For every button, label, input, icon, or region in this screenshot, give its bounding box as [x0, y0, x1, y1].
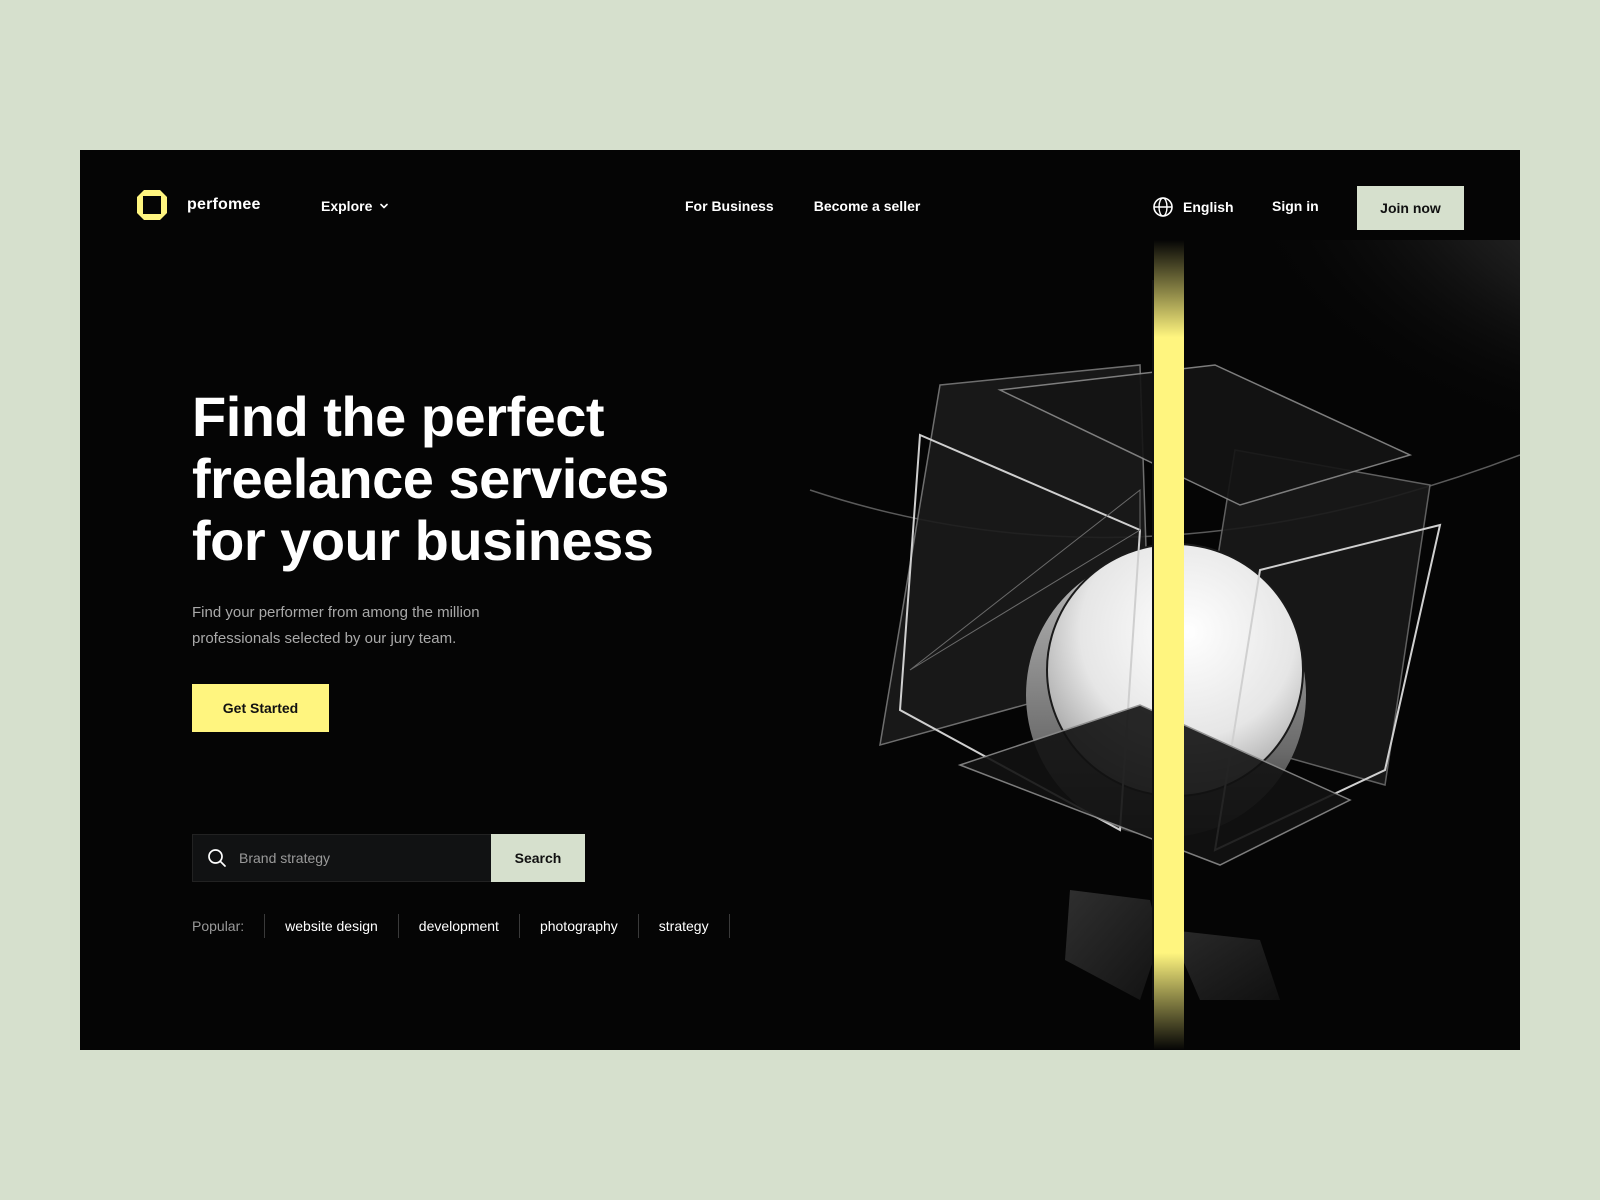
brand-logo[interactable]: perfomee — [135, 188, 261, 222]
logo-mark-icon — [137, 190, 167, 220]
nav-explore-dropdown[interactable]: Explore — [321, 198, 389, 214]
hero-illustration — [809, 240, 1520, 1050]
language-label: English — [1183, 199, 1234, 215]
top-nav: perfomee Explore For Business Become a s… — [80, 150, 1520, 270]
sign-in-link[interactable]: Sign in — [1272, 198, 1319, 214]
globe-icon — [1153, 197, 1173, 217]
popular-tags: Popular: website design development phot… — [192, 914, 730, 938]
popular-tag-development[interactable]: development — [399, 918, 519, 934]
hero-title-line-2: freelance services — [192, 447, 669, 510]
hero-subtitle: Find your performer from among the milli… — [192, 604, 480, 647]
nav-become-seller-link[interactable]: Become a seller — [814, 198, 921, 214]
search-bar: Search — [192, 834, 585, 882]
search-field-wrapper — [193, 835, 491, 881]
popular-label: Popular: — [192, 918, 245, 934]
search-input[interactable] — [239, 850, 459, 866]
light-beam — [1154, 240, 1184, 1050]
landing-page: perfomee Explore For Business Become a s… — [80, 150, 1520, 1050]
nav-explore-label: Explore — [321, 198, 373, 214]
nav-center-links: For Business Become a seller — [685, 198, 920, 214]
search-button[interactable]: Search — [491, 834, 585, 882]
hero-title-line-3: for your business — [192, 509, 654, 572]
brand-name: perfomee — [187, 196, 261, 213]
get-started-button[interactable]: Get Started — [192, 684, 329, 732]
chevron-down-icon — [380, 203, 389, 209]
nav-for-business-link[interactable]: For Business — [685, 198, 774, 214]
tag-divider — [728, 914, 730, 938]
popular-tag-photography[interactable]: photography — [520, 918, 638, 934]
search-icon — [208, 849, 226, 867]
popular-tag-strategy[interactable]: strategy — [639, 918, 729, 934]
popular-tag-website-design[interactable]: website design — [265, 918, 398, 934]
join-now-button[interactable]: Join now — [1357, 186, 1464, 230]
hero-title-line-1: Find the perfect — [192, 385, 605, 448]
hero-title: Find the perfect freelance services for … — [192, 386, 752, 572]
language-selector[interactable]: English — [1152, 196, 1234, 218]
